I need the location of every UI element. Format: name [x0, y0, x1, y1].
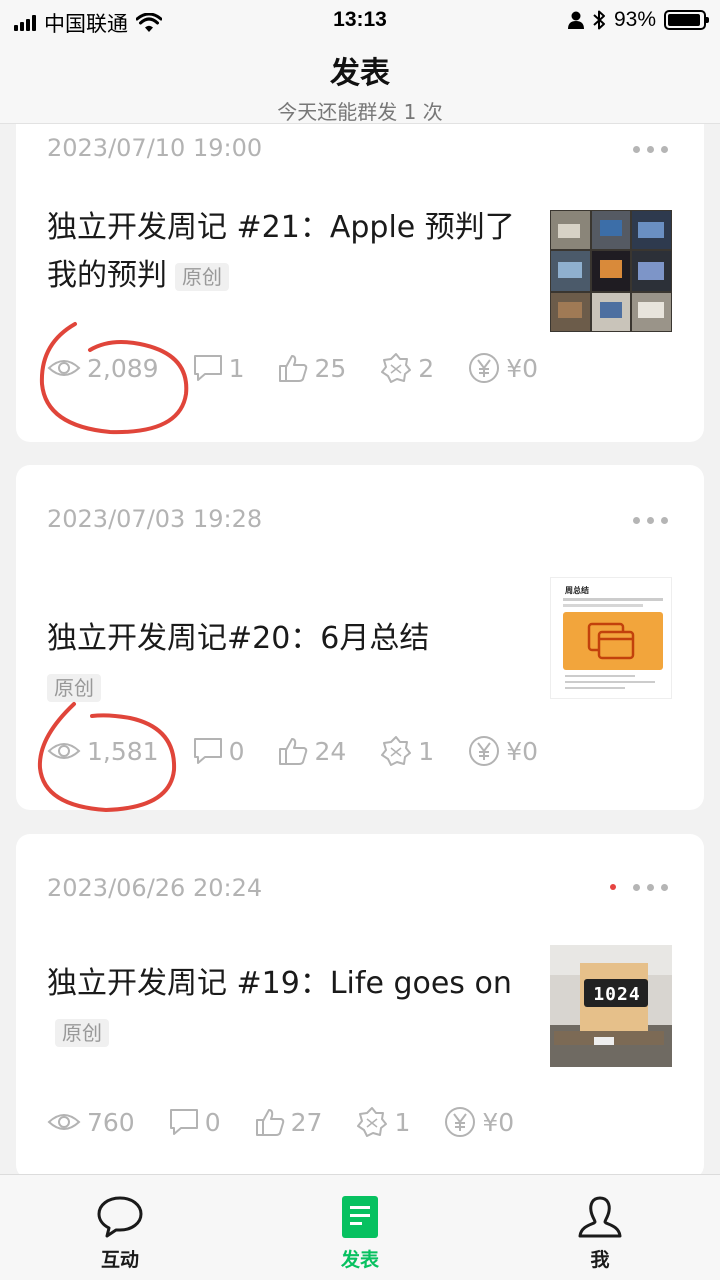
comments-stat: 0 — [193, 736, 245, 766]
more-options-button[interactable] — [633, 146, 668, 153]
views-count: 1,581 — [87, 736, 159, 766]
more-options-button[interactable] — [633, 517, 668, 524]
clock-display: 1024 — [593, 984, 641, 1005]
shares-count: 2 — [418, 353, 435, 383]
comment-icon — [193, 355, 222, 381]
document-icon — [342, 1196, 378, 1238]
comment-icon — [193, 738, 222, 764]
post-title-text: 独立开发周记 #21：Apple 预判了我的预判 — [47, 210, 515, 293]
post-list[interactable]: 2023/07/10 19:00 独立开发周记 #21：Apple 预判了我的预… — [0, 124, 720, 1174]
bottom-tab-bar: 互动 发表 我 — [0, 1174, 720, 1280]
tab-label: 互动 — [100, 1249, 139, 1271]
comment-icon — [169, 1109, 198, 1135]
views-stat: 1,581 — [47, 737, 159, 766]
thumbs-up-icon — [255, 1109, 284, 1136]
tab-interact[interactable]: 互动 — [0, 1175, 240, 1280]
chat-bubble-icon — [97, 1196, 143, 1238]
original-tag: 原创 — [175, 262, 229, 291]
page-subtitle: 今天还能群发 1 次 — [277, 100, 443, 124]
tab-me[interactable]: 我 — [480, 1175, 720, 1280]
eye-icon — [47, 360, 81, 376]
tab-publish[interactable]: 发表 — [240, 1175, 480, 1280]
unread-dot — [610, 884, 616, 890]
post-title-text: 独立开发周记#20：6月总结 — [47, 621, 430, 656]
thumb-heading: 周总结 — [565, 586, 589, 595]
comments-count: 0 — [204, 1107, 221, 1137]
reward-amount: ¥0 — [506, 353, 539, 383]
likes-count: 27 — [290, 1107, 323, 1137]
views-count: 2,089 — [87, 353, 159, 383]
post-date: 2023/07/03 19:28 — [47, 505, 263, 533]
shares-count: 1 — [394, 1107, 411, 1137]
person-icon — [578, 1196, 622, 1238]
original-tag: 原创 — [47, 673, 101, 702]
shares-stat: 1 — [380, 735, 434, 767]
reward-amount: ¥0 — [506, 736, 539, 766]
post-card[interactable]: 2023/07/03 19:28 独立开发周记#20：6月总结 原创 周总结 1… — [16, 465, 704, 810]
reward-stat: ¥0 — [444, 1106, 514, 1138]
more-options-button[interactable] — [633, 884, 668, 891]
reward-stat: ¥0 — [468, 735, 538, 767]
wow-icon — [357, 1107, 388, 1137]
battery-icon — [664, 10, 709, 30]
likes-stat: 25 — [278, 353, 346, 383]
post-title[interactable]: 独立开发周记 #19：Life goes on 原创 — [47, 960, 517, 1056]
post-card[interactable]: 2023/06/26 20:24 独立开发周记 #19：Life goes on… — [16, 834, 704, 1174]
tab-label: 我 — [590, 1249, 610, 1271]
post-stats: 1,581 0 24 1 ¥0 — [47, 735, 572, 767]
likes-count: 25 — [314, 353, 347, 383]
shares-count: 1 — [418, 736, 435, 766]
person-status-icon — [567, 11, 584, 29]
page-header: 发表 今天还能群发 1 次 — [0, 40, 720, 124]
post-title[interactable]: 独立开发周记 #21：Apple 预判了我的预判 原创 — [47, 204, 517, 300]
comments-stat: 1 — [193, 353, 245, 383]
shares-stat: 1 — [356, 1106, 410, 1138]
yen-coin-icon — [469, 736, 500, 766]
likes-count: 24 — [314, 736, 347, 766]
shares-stat: 2 — [380, 352, 434, 384]
reward-stat: ¥0 — [468, 352, 538, 384]
page-title: 发表 — [330, 56, 390, 91]
likes-stat: 27 — [255, 1107, 323, 1137]
eye-icon — [47, 1114, 81, 1130]
comments-count: 0 — [228, 736, 245, 766]
battery-percent: 93% — [613, 8, 656, 31]
clock-photo-image — [550, 945, 672, 1067]
yen-coin-icon — [445, 1107, 476, 1137]
comments-stat: 0 — [169, 1108, 221, 1137]
likes-stat: 24 — [278, 736, 346, 766]
thumbs-up-icon — [279, 738, 308, 765]
tab-label: 发表 — [340, 1249, 379, 1271]
wow-icon — [381, 353, 412, 383]
comments-count: 1 — [228, 353, 245, 383]
original-tag: 原创 — [55, 1018, 109, 1047]
post-thumbnail: 1024 — [550, 945, 672, 1067]
post-stats: 760 0 27 1 ¥0 — [47, 1106, 548, 1138]
post-title-text: 独立开发周记 #19：Life goes on — [47, 966, 512, 1001]
views-count: 760 — [87, 1107, 135, 1137]
photo-collage-image — [550, 210, 672, 332]
post-date: 2023/07/10 19:00 — [47, 134, 263, 162]
views-stat: 760 — [47, 1108, 135, 1137]
post-stats: 2,089 1 25 2 ¥0 — [47, 352, 572, 384]
post-title[interactable]: 独立开发周记#20：6月总结 原创 — [47, 615, 517, 711]
post-thumbnail: 周总结 — [550, 577, 672, 699]
wow-icon — [381, 736, 412, 766]
thumbs-up-icon — [279, 355, 308, 382]
views-stat: 2,089 — [47, 354, 159, 383]
post-card[interactable]: 2023/07/10 19:00 独立开发周记 #21：Apple 预判了我的预… — [16, 124, 704, 442]
status-bar: 中国联通 13:13 93% — [0, 0, 720, 40]
window-icon — [587, 622, 635, 660]
eye-icon — [47, 743, 81, 759]
yen-coin-icon — [469, 353, 500, 383]
status-right: 93% — [567, 8, 709, 32]
post-date: 2023/06/26 20:24 — [47, 874, 263, 902]
bluetooth-icon — [593, 10, 605, 30]
reward-amount: ¥0 — [482, 1107, 515, 1137]
post-thumbnail — [550, 210, 672, 332]
